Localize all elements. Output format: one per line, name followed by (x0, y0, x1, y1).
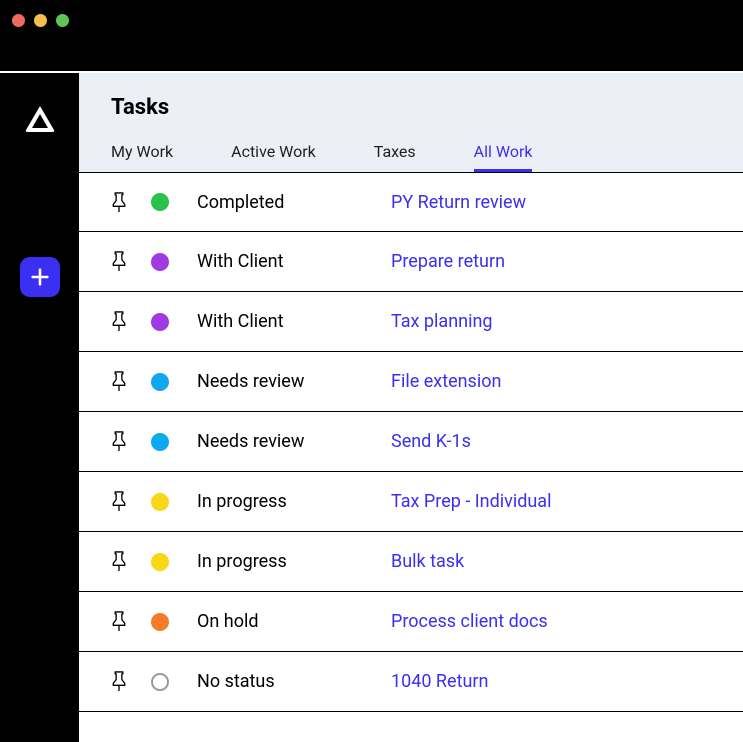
pin-toggle[interactable] (111, 311, 151, 332)
add-button[interactable] (20, 257, 60, 297)
app-logo[interactable] (22, 101, 58, 137)
status-indicator (151, 313, 197, 331)
task-link[interactable]: 1040 Return (391, 671, 488, 692)
pin-toggle[interactable] (111, 671, 151, 692)
pin-toggle[interactable] (111, 611, 151, 632)
tab-my-work[interactable]: My Work (111, 142, 173, 172)
pin-icon (111, 671, 127, 692)
task-link[interactable]: PY Return review (391, 192, 526, 213)
main-panel: Tasks My Work Active Work Taxes All Work Co… (79, 73, 743, 742)
tab-active-work[interactable]: Active Work (231, 142, 316, 172)
task-link[interactable]: Prepare return (391, 251, 505, 272)
status-indicator (151, 373, 197, 391)
plus-icon (29, 266, 51, 288)
tab-bar: My Work Active Work Taxes All Work (111, 142, 743, 172)
page-title: Tasks (111, 95, 743, 120)
titlebar-gap (0, 40, 743, 71)
status-label: Needs review (197, 371, 391, 392)
status-indicator (151, 553, 197, 571)
task-row[interactable]: No status1040 Return (79, 652, 743, 712)
status-label: Needs review (197, 431, 391, 452)
window-maximize-dot[interactable] (56, 14, 69, 27)
pin-icon (111, 551, 127, 572)
status-indicator (151, 193, 197, 211)
window-minimize-dot[interactable] (34, 14, 47, 27)
status-label: On hold (197, 611, 391, 632)
pin-icon (111, 192, 127, 213)
status-indicator (151, 493, 197, 511)
pin-toggle[interactable] (111, 371, 151, 392)
task-link[interactable]: Tax planning (391, 311, 493, 332)
task-list: CompletedPY Return review With ClientPre… (79, 172, 743, 742)
task-row[interactable]: In progressBulk task (79, 532, 743, 592)
header: Tasks My Work Active Work Taxes All Work (79, 73, 743, 172)
task-link[interactable]: Tax Prep - Individual (391, 491, 551, 512)
tab-all-work[interactable]: All Work (474, 142, 533, 172)
task-row[interactable]: Needs reviewFile extension (79, 352, 743, 412)
status-indicator (151, 433, 197, 451)
status-indicator (151, 253, 197, 271)
pin-toggle[interactable] (111, 551, 151, 572)
status-label: In progress (197, 551, 391, 572)
status-label: With Client (197, 311, 391, 332)
pin-icon (111, 431, 127, 452)
pin-icon (111, 611, 127, 632)
task-link[interactable]: Bulk task (391, 551, 464, 572)
pin-toggle[interactable] (111, 192, 151, 213)
pin-toggle[interactable] (111, 251, 151, 272)
task-row[interactable]: On holdProcess client docs (79, 592, 743, 652)
tab-taxes[interactable]: Taxes (374, 142, 416, 172)
task-link[interactable]: Send K-1s (391, 431, 471, 452)
status-label: With Client (197, 251, 391, 272)
pin-toggle[interactable] (111, 491, 151, 512)
status-label: No status (197, 671, 391, 692)
task-row[interactable]: Needs reviewSend K-1s (79, 412, 743, 472)
triangle-logo-icon (22, 101, 58, 137)
task-row[interactable]: With ClientTax planning (79, 292, 743, 352)
status-indicator (151, 613, 197, 631)
status-indicator (151, 673, 197, 691)
task-link[interactable]: File extension (391, 371, 501, 392)
task-row[interactable]: With ClientPrepare return (79, 232, 743, 292)
task-row[interactable]: CompletedPY Return review (79, 172, 743, 232)
status-label: In progress (197, 491, 391, 512)
sidebar (0, 73, 79, 742)
task-row[interactable]: In progressTax Prep - Individual (79, 472, 743, 532)
status-label: Completed (197, 192, 391, 213)
pin-icon (111, 251, 127, 272)
pin-icon (111, 311, 127, 332)
pin-toggle[interactable] (111, 431, 151, 452)
window-close-dot[interactable] (12, 14, 25, 27)
window-controls (0, 0, 743, 40)
pin-icon (111, 491, 127, 512)
task-link[interactable]: Process client docs (391, 611, 548, 632)
pin-icon (111, 371, 127, 392)
